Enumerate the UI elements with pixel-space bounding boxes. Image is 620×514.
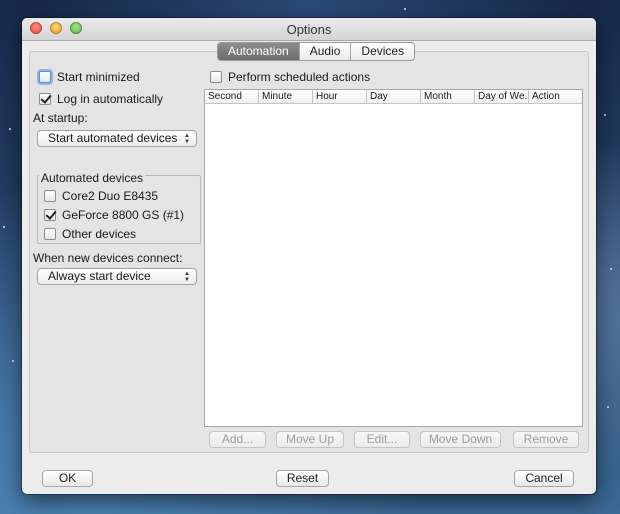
title-bar[interactable]: Options bbox=[22, 18, 596, 41]
reset-button[interactable]: Reset bbox=[276, 470, 329, 487]
column-header-minute[interactable]: Minute bbox=[259, 90, 313, 103]
select-arrows-icon: ▲ ▼ bbox=[184, 271, 190, 283]
start-minimized-label: Start minimized bbox=[57, 70, 140, 84]
tab-devices[interactable]: Devices bbox=[350, 43, 414, 60]
device-checkbox-other[interactable] bbox=[44, 228, 56, 240]
start-minimized-checkbox[interactable] bbox=[39, 71, 51, 83]
edit-button[interactable]: Edit... bbox=[354, 431, 410, 448]
perform-scheduled-row[interactable]: Perform scheduled actions bbox=[210, 70, 370, 84]
log-in-automatically-checkbox[interactable] bbox=[39, 93, 51, 105]
cancel-button[interactable]: Cancel bbox=[514, 470, 574, 487]
schedule-table[interactable]: Second Minute Hour Day Month Day of We..… bbox=[204, 89, 583, 427]
device-row-other[interactable]: Other devices bbox=[44, 227, 136, 241]
ok-button[interactable]: OK bbox=[42, 470, 93, 487]
device-label: Other devices bbox=[62, 227, 137, 241]
log-in-automatically-label: Log in automatically bbox=[57, 92, 164, 106]
log-in-automatically-row[interactable]: Log in automatically bbox=[39, 92, 163, 106]
star bbox=[404, 8, 406, 10]
options-window: Options Start minimized Log in automatic… bbox=[22, 18, 596, 494]
star bbox=[3, 226, 5, 228]
column-header-day[interactable]: Day bbox=[367, 90, 421, 103]
star bbox=[604, 114, 606, 116]
column-header-second[interactable]: Second bbox=[205, 90, 259, 103]
at-startup-select[interactable]: Start automated devices ▲ ▼ bbox=[37, 130, 197, 147]
new-devices-value: Always start device bbox=[48, 269, 151, 283]
new-devices-select[interactable]: Always start device ▲ ▼ bbox=[37, 268, 197, 285]
automated-devices-title: Automated devices bbox=[39, 171, 146, 185]
tab-bar: Automation Audio Devices bbox=[217, 42, 416, 61]
star bbox=[610, 268, 612, 270]
column-header-action[interactable]: Action bbox=[529, 90, 582, 103]
at-startup-value: Start automated devices bbox=[48, 131, 178, 145]
perform-scheduled-checkbox[interactable] bbox=[210, 71, 222, 83]
device-label: Core2 Duo E8435 bbox=[62, 189, 159, 203]
tab-audio[interactable]: Audio bbox=[298, 43, 351, 60]
start-minimized-row[interactable]: Start minimized bbox=[39, 70, 140, 84]
column-header-hour[interactable]: Hour bbox=[313, 90, 367, 103]
add-button[interactable]: Add... bbox=[209, 431, 266, 448]
device-checkbox-core2[interactable] bbox=[44, 190, 56, 202]
move-up-button[interactable]: Move Up bbox=[276, 431, 344, 448]
remove-button[interactable]: Remove bbox=[513, 431, 579, 448]
device-row-geforce[interactable]: GeForce 8800 GS (#1) bbox=[44, 208, 184, 222]
at-startup-label: At startup: bbox=[33, 111, 88, 125]
move-down-button[interactable]: Move Down bbox=[420, 431, 501, 448]
star bbox=[607, 406, 609, 408]
perform-scheduled-label: Perform scheduled actions bbox=[228, 70, 371, 84]
select-arrows-icon: ▲ ▼ bbox=[184, 133, 190, 145]
tab-automation[interactable]: Automation bbox=[218, 43, 299, 60]
window-title: Options bbox=[286, 22, 332, 37]
table-header: Second Minute Hour Day Month Day of We..… bbox=[205, 90, 582, 104]
device-row-core2[interactable]: Core2 Duo E8435 bbox=[44, 189, 158, 203]
column-header-month[interactable]: Month bbox=[421, 90, 475, 103]
star bbox=[12, 360, 14, 362]
star bbox=[9, 128, 11, 130]
device-checkbox-geforce[interactable] bbox=[44, 209, 56, 221]
device-label: GeForce 8800 GS (#1) bbox=[62, 208, 185, 222]
column-header-day-of-week[interactable]: Day of We... bbox=[475, 90, 529, 103]
new-devices-label: When new devices connect: bbox=[33, 251, 183, 265]
